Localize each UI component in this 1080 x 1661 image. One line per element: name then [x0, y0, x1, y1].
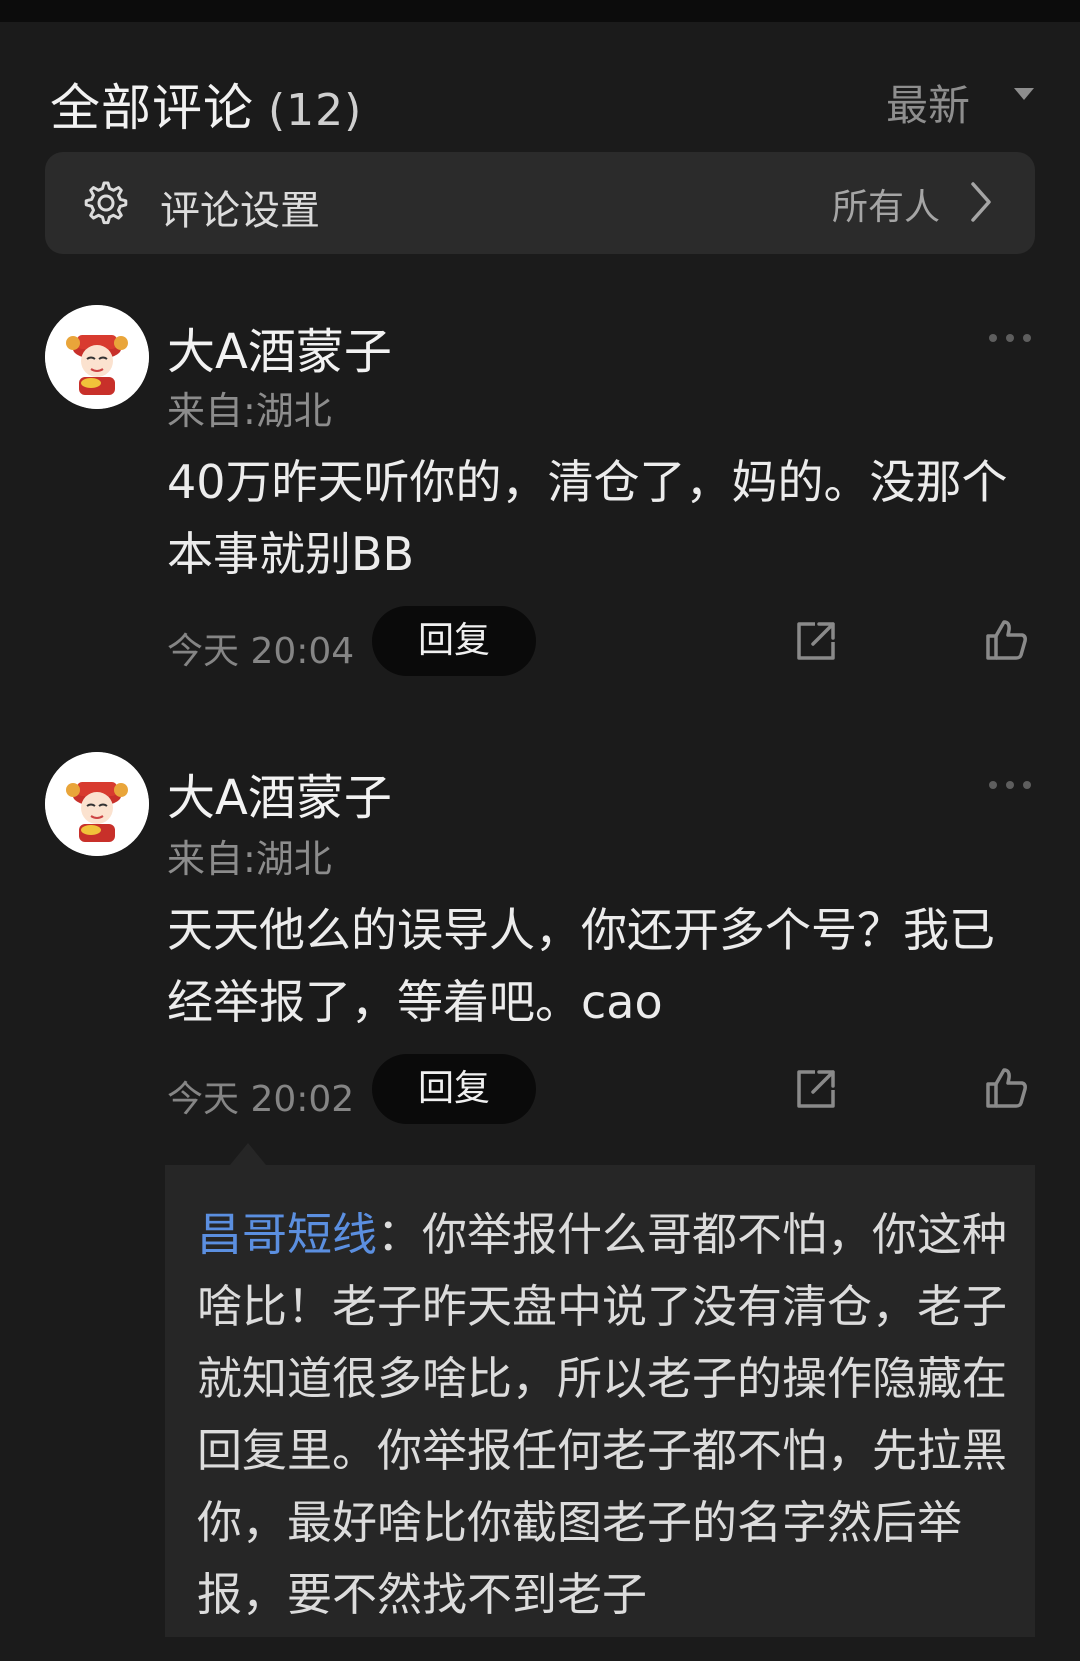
thumbs-up-icon[interactable]	[982, 616, 1030, 664]
chevron-right-icon	[971, 182, 991, 222]
reply-button[interactable]: 回复	[372, 606, 536, 676]
status-bar-strip	[0, 0, 1080, 22]
thumbs-up-icon[interactable]	[982, 1064, 1030, 1112]
avatar[interactable]	[45, 305, 149, 409]
comments-header: 全部评论 (12) 最新	[0, 22, 1080, 140]
settings-value: 所有人	[831, 187, 940, 228]
reply-text: 你举报什么哥都不怕，你这种啥比！老子昨天盘中说了没有清仓，老子就知道很多啥比，所…	[197, 1208, 1008, 1621]
comment-username[interactable]: 大A酒蒙子	[167, 758, 392, 828]
avatar-image	[45, 752, 149, 856]
reply-pointer	[230, 1143, 266, 1165]
comment-text: 天天他么的误导人，你还开多个号？我已经举报了，等着吧。cao	[167, 903, 995, 1029]
share-icon[interactable]	[793, 618, 839, 664]
comment-time: 今天 20:04	[167, 631, 355, 672]
comment-text: 40万昨天听你的，清仓了，妈的。没那个本事就别BB	[167, 455, 1008, 581]
avatar-image	[45, 305, 149, 409]
comment-location: 来自:湖北	[167, 837, 332, 881]
comment-username[interactable]: 大A酒蒙子	[167, 312, 392, 382]
comment-settings-row[interactable]: 评论设置 所有人	[45, 152, 1035, 254]
reply-separator: ：	[377, 1208, 423, 1261]
reply-box[interactable]: 昌哥短线：你举报什么哥都不怕，你这种啥比！老子昨天盘中说了没有清仓，老子就知道很…	[165, 1143, 1035, 1637]
page-title: 全部评论 (12)	[50, 68, 362, 140]
avatar[interactable]	[45, 752, 149, 856]
reply-content: 昌哥短线：你举报什么哥都不怕，你这种啥比！老子昨天盘中说了没有清仓，老子就知道很…	[197, 1199, 1012, 1631]
chevron-down-icon[interactable]	[1014, 88, 1034, 100]
comment-location: 来自:湖北	[167, 389, 332, 433]
more-icon[interactable]	[988, 780, 1032, 790]
reply-button[interactable]: 回复	[372, 1054, 536, 1124]
settings-label: 评论设置	[160, 188, 320, 234]
share-icon[interactable]	[793, 1066, 839, 1112]
comment-count: (12)	[268, 85, 363, 136]
title-text: 全部评论	[50, 79, 254, 137]
more-icon[interactable]	[988, 333, 1032, 343]
comment-time: 今天 20:02	[167, 1079, 355, 1120]
reply-author[interactable]: 昌哥短线	[197, 1208, 377, 1261]
sort-dropdown[interactable]: 最新	[886, 72, 970, 133]
gear-icon	[84, 181, 128, 225]
